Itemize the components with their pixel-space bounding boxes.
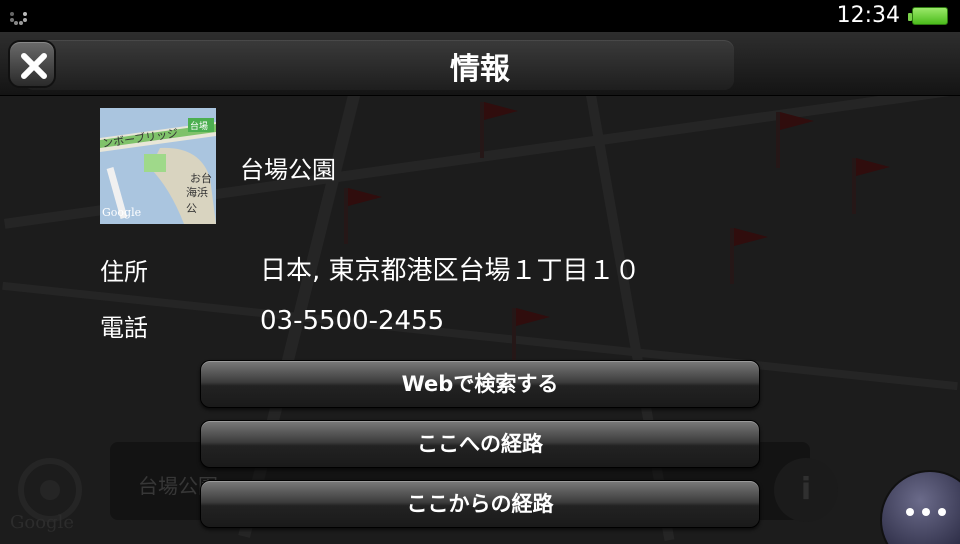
close-icon — [21, 53, 47, 79]
more-icon — [906, 508, 914, 516]
page-title: 情報 — [450, 52, 510, 87]
activity-icon — [10, 12, 27, 25]
address-label: 住所 — [100, 258, 148, 286]
web-search-button[interactable]: Webで検索する — [200, 360, 760, 408]
phone-label: 電話 — [100, 314, 148, 342]
place-thumbnail: ンボーブリッジ 台場 お台 海浜公 Google — [100, 108, 216, 224]
thumb-place-text-2: 海浜公 — [186, 186, 208, 215]
route-to-here-button[interactable]: ここへの経路 — [200, 420, 760, 468]
battery-icon — [908, 7, 948, 25]
phone-value[interactable]: 03-5500-2455 — [260, 306, 444, 336]
clock: 12:34 — [836, 3, 900, 28]
thumb-badge: 台場 — [190, 122, 209, 132]
status-bar: 12:34 — [0, 0, 960, 32]
thumb-attribution: Google — [102, 206, 142, 219]
close-button[interactable] — [8, 40, 56, 88]
address-value: 日本, 東京都港区台場１丁目１０ — [260, 256, 641, 286]
route-from-here-button[interactable]: ここからの経路 — [200, 480, 760, 528]
place-name: 台場公園 — [240, 156, 336, 184]
